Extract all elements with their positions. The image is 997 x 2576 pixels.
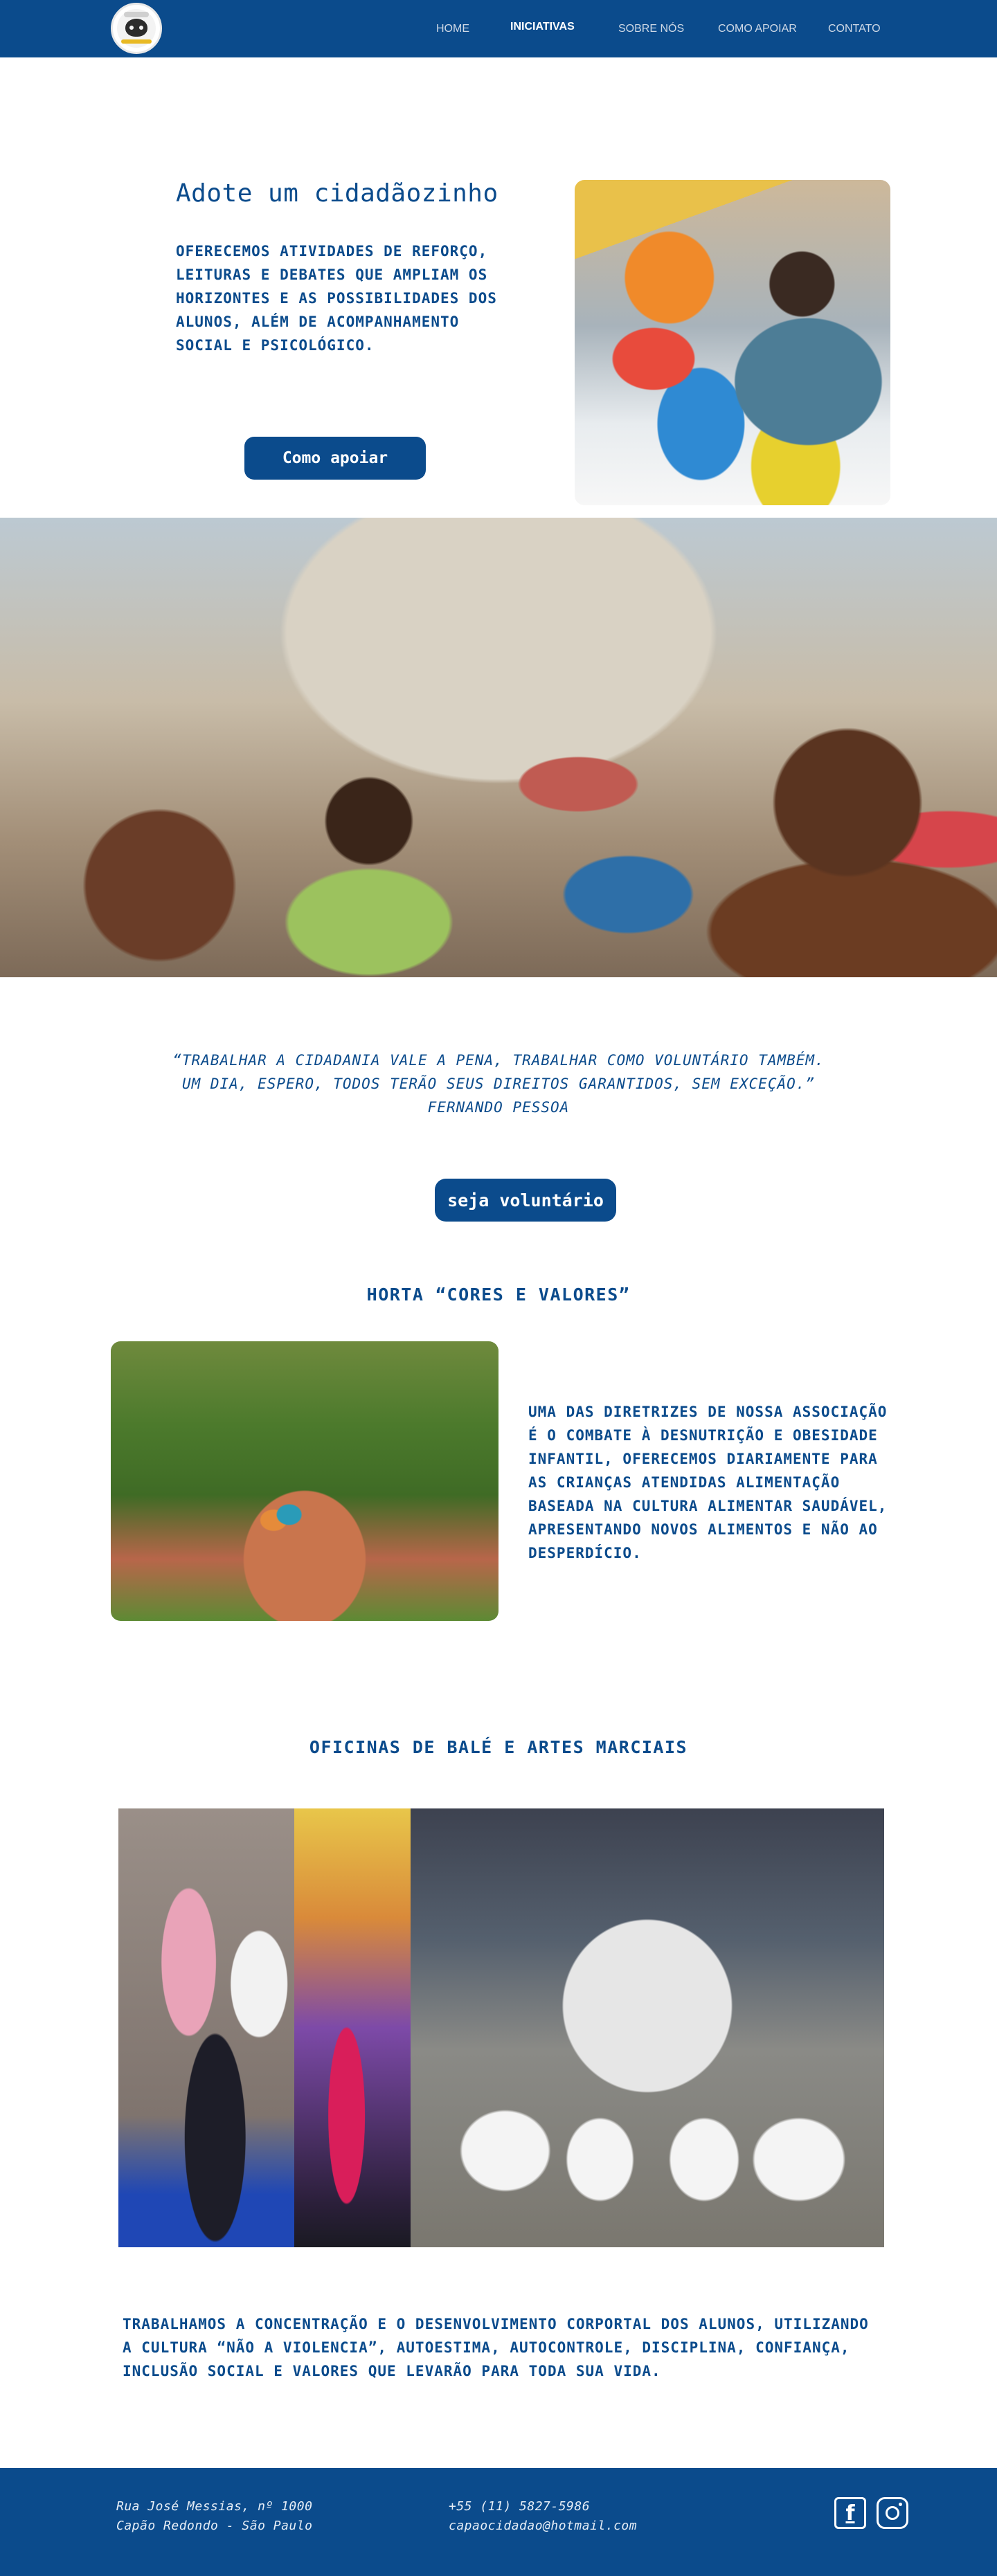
footer-contact: +55 (11) 5827-5986 capaocidadao@hotmail.… [449,2497,637,2536]
artes-marciais-photo [118,1808,294,2247]
footer-address: Rua José Messias, nº 1000 Capão Redondo … [116,2497,312,2536]
quote-author: FERNANDO PESSOA [427,1099,570,1116]
hero-title: Adote um cidadãozinho [176,179,498,208]
footer-phone: +55 (11) 5827-5986 [449,2499,591,2514]
facebook-icon[interactable]: f [834,2497,866,2529]
top-navigation: HOME INICIATIVAS SOBRE NÓS COMO APOIAR C… [0,0,997,57]
footer-email[interactable]: capaocidadao@hotmail.com [449,2516,637,2536]
oficinas-title: OFICINAS DE BALÉ E ARTES MARCIAIS [309,1737,688,1757]
capoeira-photo [411,1808,884,2247]
nav-sobre-nos[interactable]: SOBRE NÓS [618,23,684,35]
instagram-icon[interactable] [877,2497,908,2529]
seja-voluntario-button[interactable]: seja voluntário [435,1179,616,1222]
logo[interactable] [111,3,162,54]
nav-iniciativas[interactable]: INICIATIVAS [510,21,575,33]
hero-section: Adote um cidadãozinho OFERECEMOS ATIVIDA… [0,57,997,518]
quote-line-1: “TRABALHAR A CIDADANIA VALE A PENA, TRAB… [172,1052,825,1069]
oficinas-photo [118,1808,884,2247]
logo-icon [117,9,156,48]
bale-photo [294,1808,411,2247]
nav-como-apoiar[interactable]: COMO APOIAR [718,23,797,35]
horta-text: UMA DAS DIRETRIZES DE NOSSA ASSOCIAÇÃO É… [528,1404,888,1561]
horta-title: HORTA “CORES E VALORES” [366,1285,631,1305]
children-banner-photo [0,518,997,977]
address-line-1: Rua José Messias, nº 1000 [116,2499,313,2514]
oficinas-text: TRABALHAMOS A CONCENTRAÇÃO E O DESENVOLV… [123,2316,869,2379]
quote-line-2: UM DIA, ESPERO, TODOS TERÃO SEUS DIREITO… [181,1076,816,1092]
horta-photo [111,1341,498,1621]
nav-home[interactable]: HOME [436,23,469,35]
nav-contato[interactable]: CONTATO [828,23,881,35]
hero-description: OFERECEMOS ATIVIDADES DE REFORÇO, LEITUR… [176,243,497,354]
address-line-2: Capão Redondo - São Paulo [116,2519,313,2533]
hero-photo [575,180,890,505]
footer: Rua José Messias, nº 1000 Capão Redondo … [0,2468,997,2576]
como-apoiar-button[interactable]: Como apoiar [244,437,426,480]
